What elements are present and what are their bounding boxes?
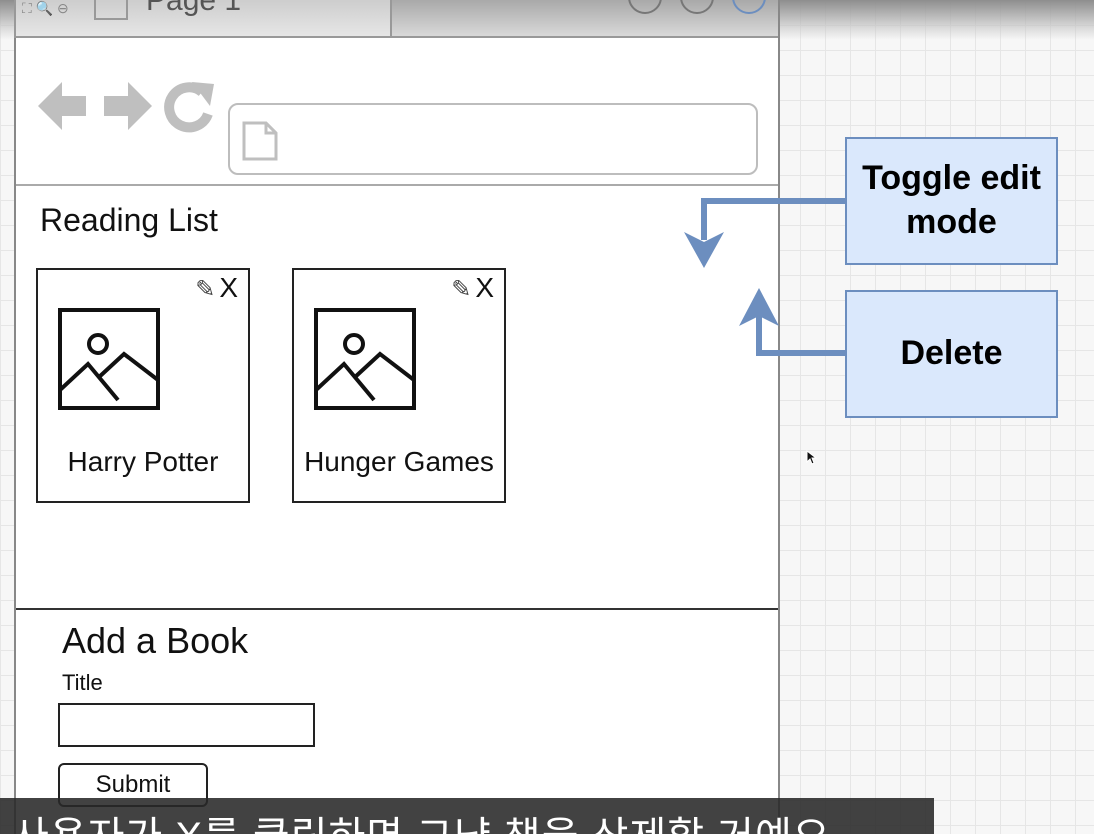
delete-annotation: Delete: [845, 290, 1058, 418]
toggle-edit-connector: [701, 198, 845, 240]
toggle-edit-annotation: Toggle edit mode: [845, 137, 1058, 265]
video-subtitle-bar: 사용자가 X를 클릭하면 그냥 책을 삭제할 거예요: [0, 798, 934, 834]
mouse-cursor-icon: [806, 450, 818, 465]
subtitle-text: 사용자가 X를 클릭하면 그냥 책을 삭제할 거예요: [12, 804, 831, 834]
